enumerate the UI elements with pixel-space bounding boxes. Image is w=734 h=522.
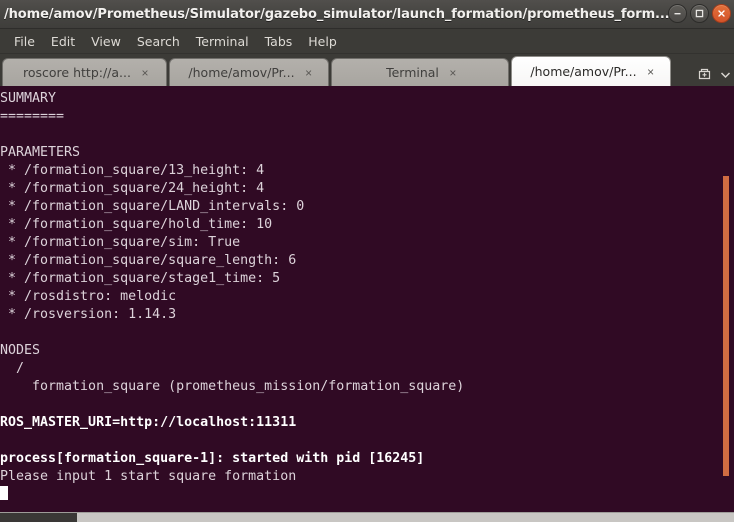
horizontal-scrollbar[interactable] [0, 512, 734, 522]
terminal-line: * /formation_square/square_length: 6 [0, 253, 297, 268]
tab-close-icon[interactable]: × [304, 67, 314, 79]
menu-item-view[interactable]: View [83, 32, 129, 51]
terminal-line: * /formation_square/13_height: 4 [0, 163, 265, 178]
tab-roscore[interactable]: roscore http://a... × [2, 58, 167, 86]
tab-label: /home/amov/Pr... [530, 64, 637, 79]
terminal-line: * /formation_square/stage1_time: 5 [0, 271, 281, 286]
tab-close-icon[interactable]: × [140, 67, 150, 79]
vertical-scrollbar[interactable] [722, 86, 734, 512]
text-cursor [0, 486, 8, 500]
tab-close-icon[interactable]: × [646, 66, 656, 78]
tab-close-icon[interactable]: × [448, 67, 458, 79]
terminal-line: * /formation_square/24_height: 4 [0, 181, 265, 196]
menu-item-file[interactable]: File [6, 32, 43, 51]
terminal-cursor-line [0, 486, 734, 504]
chevron-down-glyph [720, 72, 731, 79]
terminal-line: formation_square (prometheus_mission/for… [0, 379, 465, 394]
terminal-line: * /formation_square/LAND_intervals: 0 [0, 199, 305, 214]
close-button[interactable] [712, 4, 731, 23]
title-bar: /home/amov/Prometheus/Simulator/gazebo_s… [0, 0, 734, 29]
close-icon [718, 10, 725, 17]
terminal-line: ======== [0, 109, 65, 124]
terminal-line: process[formation_square-1]: started wit… [0, 451, 425, 466]
terminal-line: NODES [0, 343, 41, 358]
terminal-line: / [0, 361, 25, 376]
terminal-window: /home/amov/Prometheus/Simulator/gazebo_s… [0, 0, 734, 522]
vertical-scrollbar-thumb[interactable] [723, 176, 729, 476]
new-tab-icon[interactable] [696, 66, 713, 83]
terminal-line: ROS_MASTER_URI=http://localhost:11311 [0, 415, 297, 430]
horizontal-scrollbar-thumb[interactable] [0, 513, 77, 522]
tab-home-amov-2-active[interactable]: /home/amov/Pr... × [511, 56, 671, 86]
terminal-line: * /formation_square/sim: True [0, 235, 241, 250]
menu-item-help[interactable]: Help [300, 32, 345, 51]
terminal-line: * /formation_square/hold_time: 10 [0, 217, 273, 232]
tab-bar: roscore http://a... × /home/amov/Pr... ×… [0, 54, 734, 86]
new-tab-glyph [698, 68, 711, 80]
tab-bar-actions [696, 66, 732, 83]
terminal-line: * /rosversion: 1.14.3 [0, 307, 177, 322]
tab-label: roscore http://a... [23, 65, 131, 80]
terminal-line: Please input 1 start square formation [0, 469, 297, 484]
menu-item-tabs[interactable]: Tabs [257, 32, 301, 51]
terminal-output: SUMMARY ======== PARAMETERS * /formation_s… [0, 86, 734, 512]
chevron-down-icon[interactable] [719, 68, 732, 81]
terminal-line: * /rosdistro: melodic [0, 289, 177, 304]
tab-label: /home/amov/Pr... [188, 65, 295, 80]
tab-terminal[interactable]: Terminal × [331, 58, 509, 86]
terminal-viewport[interactable]: SUMMARY ======== PARAMETERS * /formation_s… [0, 86, 734, 512]
maximize-button[interactable] [690, 4, 709, 23]
menu-item-search[interactable]: Search [129, 32, 188, 51]
menu-item-terminal[interactable]: Terminal [188, 32, 257, 51]
terminal-line: SUMMARY [0, 91, 57, 106]
maximize-icon [695, 9, 704, 18]
tab-label: Terminal [386, 65, 439, 80]
minimize-button[interactable] [668, 4, 687, 23]
tab-home-amov-1[interactable]: /home/amov/Pr... × [169, 58, 329, 86]
menu-item-edit[interactable]: Edit [43, 32, 83, 51]
window-controls [668, 4, 731, 23]
terminal-line: PARAMETERS [0, 145, 81, 160]
window-title: /home/amov/Prometheus/Simulator/gazebo_s… [4, 6, 670, 22]
menu-bar: File Edit View Search Terminal Tabs Help [0, 29, 734, 54]
minimize-icon [674, 13, 681, 15]
